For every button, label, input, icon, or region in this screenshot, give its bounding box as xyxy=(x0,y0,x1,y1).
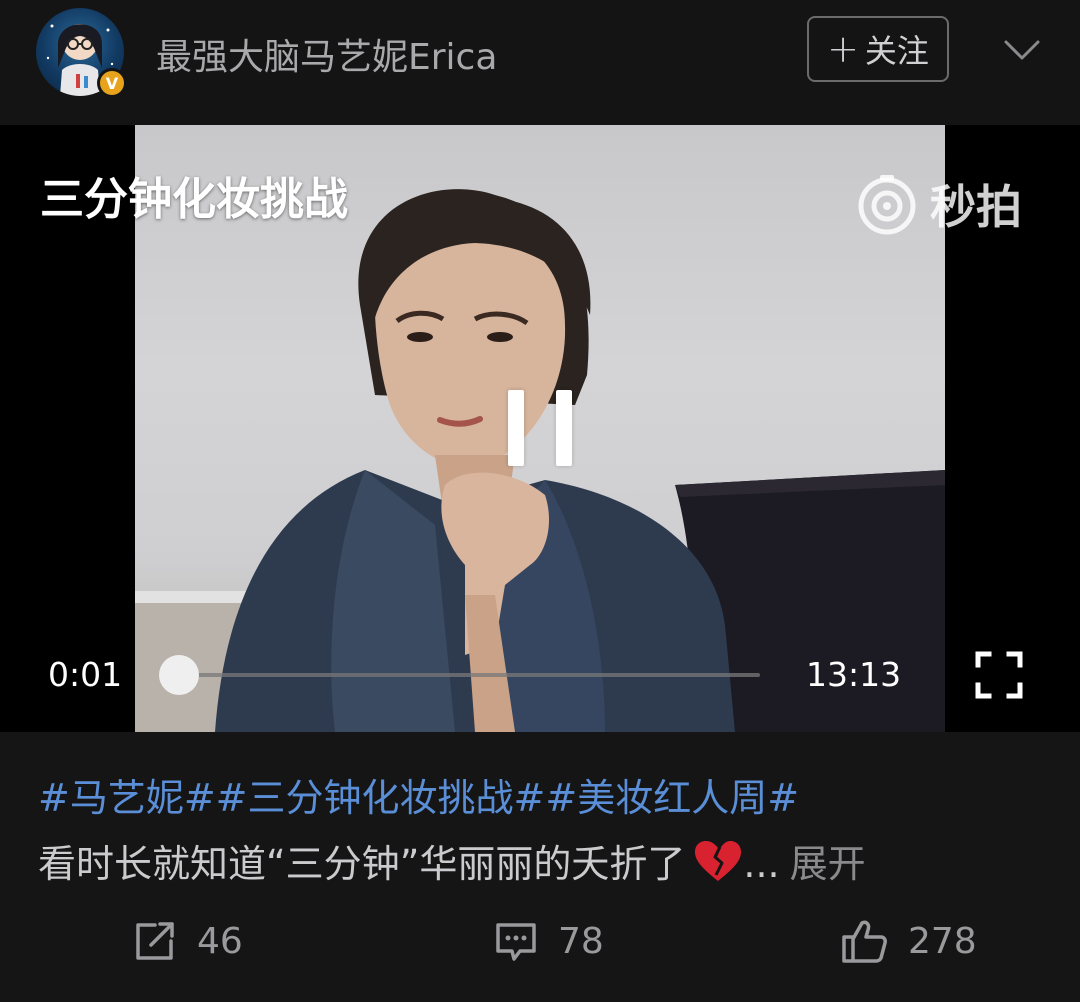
pause-button[interactable] xyxy=(506,390,574,468)
caption: 看时长就知道“三分钟”华丽丽的夭折了 ... 展开 xyxy=(38,833,1048,892)
like-count: 278 xyxy=(908,920,977,962)
like-button[interactable]: 278 xyxy=(840,916,977,966)
miaopai-logo-icon xyxy=(858,175,916,235)
chevron-down-icon[interactable] xyxy=(1002,34,1042,64)
comment-button[interactable]: 78 xyxy=(494,916,604,966)
expand-link[interactable]: 展开 xyxy=(790,842,866,886)
follow-button[interactable]: + 关注 xyxy=(807,16,949,82)
comment-icon xyxy=(496,923,536,961)
broken-heart-icon xyxy=(693,839,743,892)
plus-icon: + xyxy=(827,27,859,71)
pause-bar-right xyxy=(556,390,572,466)
watermark-text: 秒拍 xyxy=(930,180,1022,234)
progress-track[interactable] xyxy=(160,673,760,677)
progress-thumb[interactable] xyxy=(158,655,199,695)
total-time: 13:13 xyxy=(806,655,902,694)
fullscreen-icon[interactable] xyxy=(975,651,1023,699)
share-count: 46 xyxy=(197,920,243,962)
video-player[interactable]: 三分钟化妆挑战 秒拍 0:01 13:13 xyxy=(0,125,1080,732)
pause-bar-left xyxy=(508,390,524,466)
caption-ellipsis: ... xyxy=(743,842,780,886)
comment-count: 78 xyxy=(558,920,604,962)
thumbs-up-icon xyxy=(842,920,887,963)
username[interactable]: 最强大脑马艺妮Erica xyxy=(156,28,497,80)
share-button[interactable]: 46 xyxy=(133,916,243,966)
current-time: 0:01 xyxy=(48,655,123,694)
caption-text: 看时长就知道“三分钟”华丽丽的夭折了 xyxy=(38,842,686,886)
watermark: 秒拍 xyxy=(856,169,1046,239)
follow-label: 关注 xyxy=(864,32,929,70)
verified-badge: V xyxy=(97,68,127,98)
hashtags[interactable]: #马艺妮##三分钟化妆挑战##美妆红人周# xyxy=(38,767,799,822)
share-icon xyxy=(136,922,174,960)
post-header: V 最强大脑马艺妮Erica + 关注 xyxy=(0,0,1080,125)
video-title-overlay: 三分钟化妆挑战 xyxy=(40,174,348,225)
